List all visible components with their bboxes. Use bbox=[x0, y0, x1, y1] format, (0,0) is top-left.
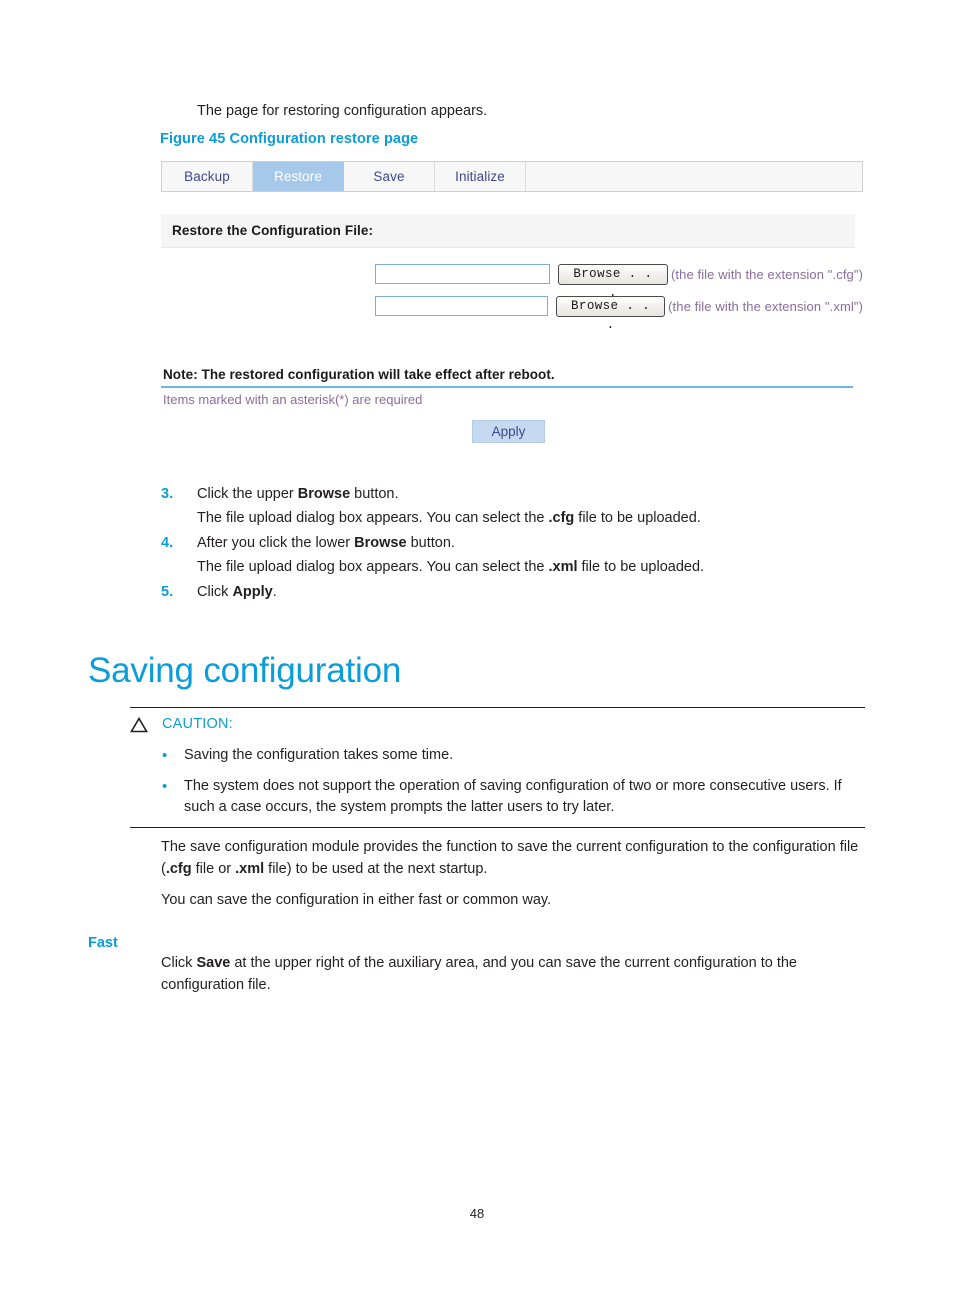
tab-restore[interactable]: Restore bbox=[253, 162, 344, 191]
tab-restore-label: Restore bbox=[274, 169, 322, 184]
step-4: 4. After you click the lower Browse butt… bbox=[161, 532, 881, 555]
panel-header: Restore the Configuration File: bbox=[161, 214, 855, 248]
caution-block: CAUTION: • Saving the configuration take… bbox=[130, 707, 865, 828]
step-4-number: 4. bbox=[161, 534, 174, 551]
restore-form: Browse . . . (the file with the extensio… bbox=[161, 263, 863, 332]
restore-row-xml: Browse . . . (the file with the extensio… bbox=[161, 295, 863, 332]
paragraph-save-module-xml: .xml bbox=[235, 861, 265, 878]
caution-item-2-text: The system does not support the operatio… bbox=[184, 777, 842, 816]
tab-bar-filler bbox=[526, 162, 862, 191]
step-5: 5. Click Apply. bbox=[161, 581, 881, 604]
tab-save[interactable]: Save bbox=[344, 162, 435, 191]
note-divider bbox=[161, 386, 853, 388]
step-5-text-a: Click bbox=[197, 583, 233, 600]
step-4-detail-a: The file upload dialog box appears. You … bbox=[197, 558, 549, 575]
caution-list-item: • Saving the configuration takes some ti… bbox=[130, 745, 865, 768]
tab-bar: Backup Restore Save Initialize bbox=[161, 161, 863, 192]
step-3-text-a: Click the upper bbox=[197, 486, 298, 502]
browse-button-cfg[interactable]: Browse . . . bbox=[557, 263, 668, 300]
step-3-text-b: button. bbox=[350, 486, 399, 502]
paragraph-save-module-cfg: .cfg bbox=[165, 861, 192, 878]
tab-backup-label: Backup bbox=[184, 169, 230, 184]
paragraph-fast-save: Click Save at the upper right of the aux… bbox=[161, 952, 864, 997]
paragraph-fast-save-b: at the upper right of the auxiliary area… bbox=[161, 955, 797, 994]
caution-top-divider bbox=[130, 707, 865, 708]
step-3-detail-bold: .cfg bbox=[548, 509, 575, 526]
paragraph-save-module-b: file or bbox=[191, 861, 236, 878]
step-5-text: Click Apply. bbox=[197, 581, 881, 604]
step-3-number: 3. bbox=[161, 486, 174, 502]
step-4-text-bold: Browse bbox=[354, 534, 407, 551]
page-number: 48 bbox=[469, 1206, 485, 1221]
bullet-icon: • bbox=[162, 747, 168, 764]
reboot-note: Note: The restored configuration will ta… bbox=[163, 367, 555, 382]
paragraph-fast-save-bold: Save bbox=[196, 955, 231, 971]
browse-button-xml[interactable]: Browse . . . bbox=[555, 295, 666, 332]
caution-title: CAUTION: bbox=[162, 716, 233, 732]
step-3-detail-a: The file upload dialog box appears. You … bbox=[197, 509, 549, 526]
page-title: Saving configuration bbox=[88, 651, 402, 691]
caution-triangle-icon bbox=[130, 716, 148, 738]
numbered-steps: 3. Click the upper Browse button. The fi… bbox=[161, 483, 881, 605]
caution-header: CAUTION: bbox=[130, 716, 865, 738]
tab-save-label: Save bbox=[373, 169, 405, 184]
apply-button[interactable]: Apply bbox=[472, 420, 545, 443]
caution-list: • Saving the configuration takes some ti… bbox=[130, 745, 865, 819]
step-3-detail-b: file to be uploaded. bbox=[574, 509, 701, 526]
step-5-number: 5. bbox=[161, 583, 174, 600]
intro-paragraph: The page for restoring configuration app… bbox=[197, 103, 488, 119]
panel-header-label: Restore the Configuration File: bbox=[172, 223, 374, 238]
tab-initialize-label: Initialize bbox=[455, 169, 505, 184]
apply-button-row: Apply bbox=[161, 420, 863, 443]
xml-extension-hint: (the file with the extension ".xml") bbox=[668, 298, 863, 314]
step-4-text-a: After you click the lower bbox=[197, 534, 355, 551]
tab-backup[interactable]: Backup bbox=[162, 162, 253, 191]
caution-item-1-text: Saving the configuration takes some time… bbox=[184, 747, 454, 763]
cfg-file-path-input[interactable] bbox=[375, 264, 550, 284]
step-4-text-b: button. bbox=[406, 534, 455, 551]
tab-initialize[interactable]: Initialize bbox=[435, 162, 526, 191]
required-items-note: Items marked with an asterisk(*) are req… bbox=[163, 392, 423, 407]
bullet-icon: • bbox=[162, 777, 168, 795]
figure-caption: Figure 45 Configuration restore page bbox=[160, 131, 419, 147]
cfg-extension-hint: (the file with the extension ".cfg") bbox=[670, 266, 863, 282]
step-4-detail: The file upload dialog box appears. You … bbox=[197, 556, 881, 579]
paragraph-save-module: The save configuration module provides t… bbox=[161, 836, 864, 881]
step-4-detail-b: file to be uploaded. bbox=[577, 558, 705, 575]
caution-list-item: • The system does not support the operat… bbox=[130, 776, 865, 820]
sub-heading-fast: Fast bbox=[88, 934, 118, 951]
step-3-text-bold: Browse bbox=[297, 486, 351, 502]
paragraph-save-ways: You can save the configuration in either… bbox=[161, 892, 552, 908]
step-4-detail-bold: .xml bbox=[548, 558, 578, 575]
step-3: 3. Click the upper Browse button. bbox=[161, 483, 881, 506]
xml-file-path-input[interactable] bbox=[375, 296, 548, 316]
restore-row-cfg: Browse . . . (the file with the extensio… bbox=[161, 263, 863, 300]
step-3-detail: The file upload dialog box appears. You … bbox=[197, 507, 881, 530]
configuration-restore-figure: Backup Restore Save Initialize Restore t… bbox=[161, 161, 863, 443]
step-5-text-b: . bbox=[272, 583, 277, 600]
paragraph-save-module-c: file) to be used at the next startup. bbox=[264, 861, 488, 878]
step-3-text: Click the upper Browse button. bbox=[197, 483, 881, 506]
document-page: The page for restoring configuration app… bbox=[0, 0, 954, 1296]
step-4-text: After you click the lower Browse button. bbox=[197, 532, 881, 555]
step-5-text-bold: Apply bbox=[232, 583, 273, 600]
caution-bottom-divider bbox=[130, 827, 865, 828]
paragraph-fast-save-a: Click bbox=[161, 955, 197, 971]
